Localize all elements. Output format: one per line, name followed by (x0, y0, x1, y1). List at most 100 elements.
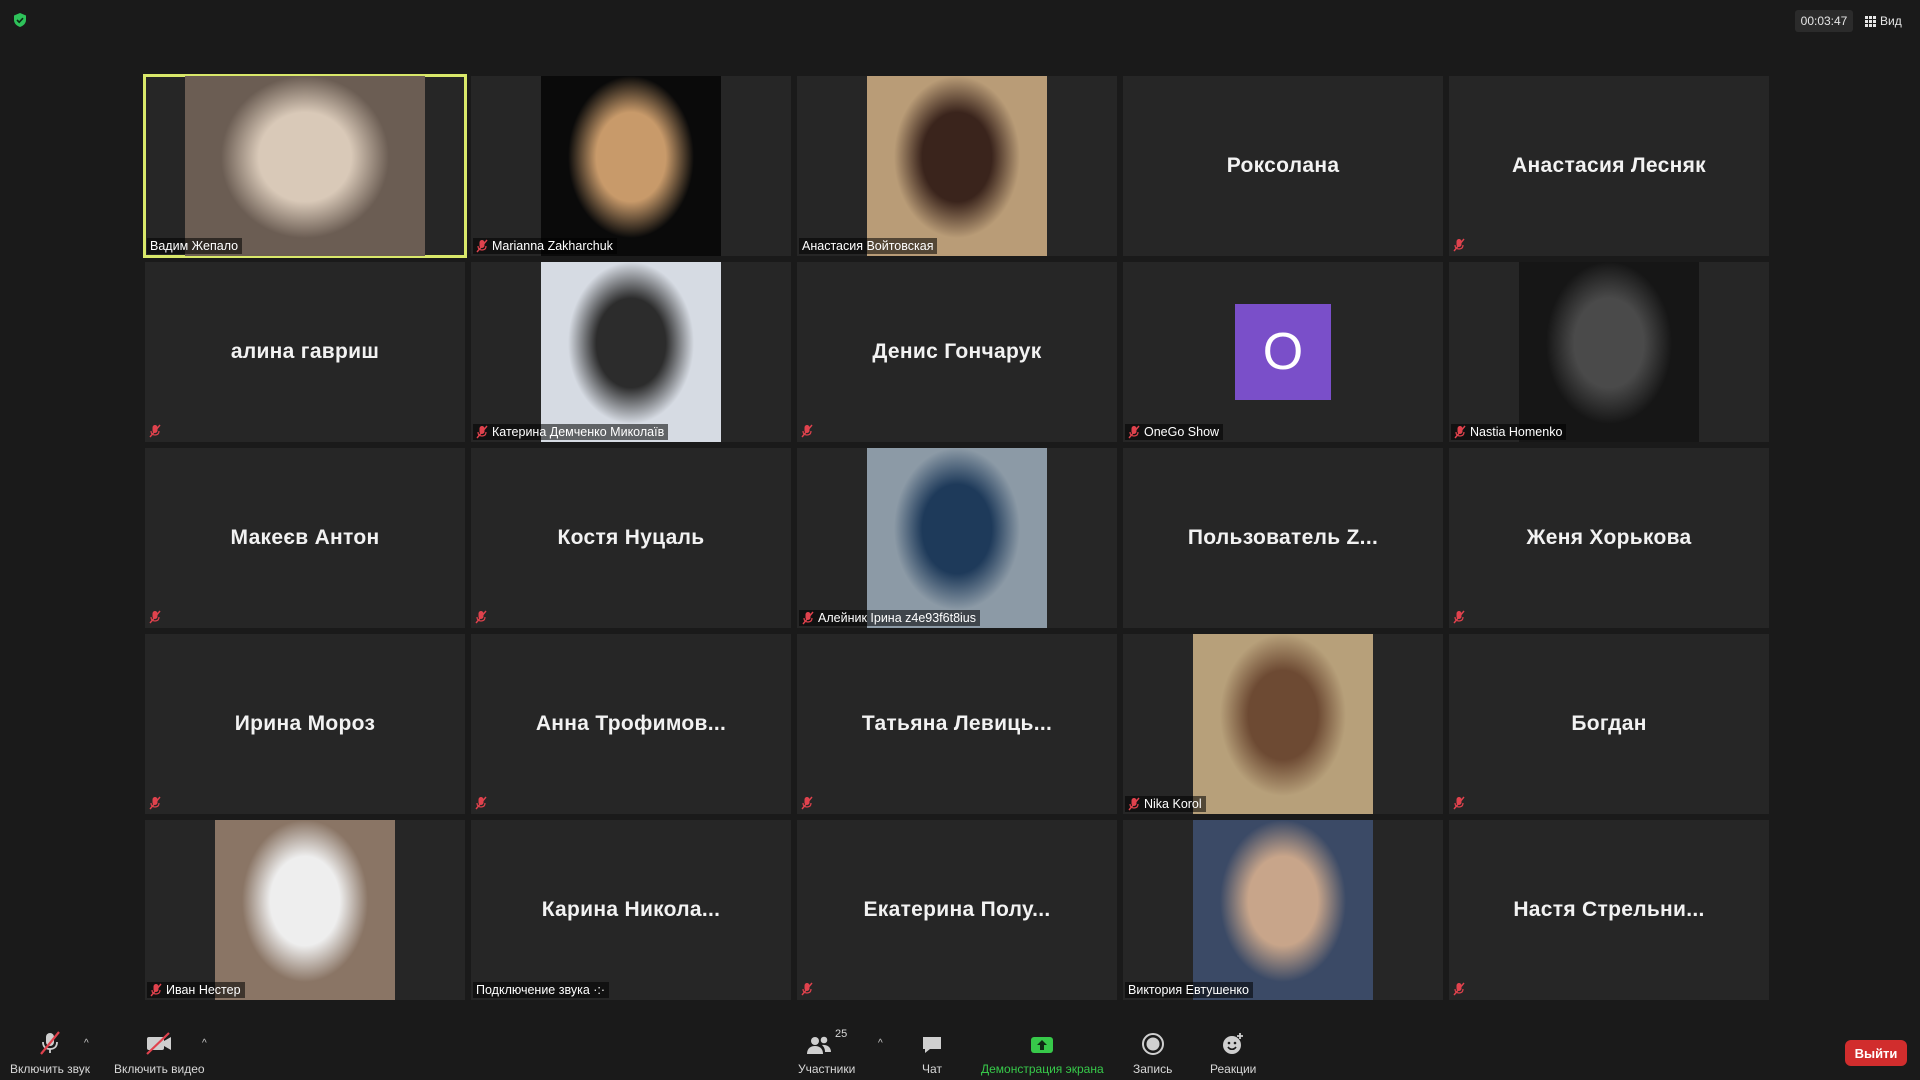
participant-tile[interactable]: Nika Korol (1123, 634, 1443, 814)
participant-label-text: Marianna Zakharchuk (492, 239, 613, 253)
participant-tile[interactable]: алина гавриш (145, 262, 465, 442)
participant-tile[interactable]: Nastia Homenko (1449, 262, 1769, 442)
video-gallery: Вадим Жепало Marianna Zakharchuk Анастасия… (143, 74, 1773, 1006)
participant-name-label: Анастасия Войтовская (799, 238, 938, 254)
participant-name-label: Nika Korol (1125, 796, 1206, 812)
mic-muted-icon (1453, 982, 1467, 996)
top-bar: 00:03:47 Вид (0, 0, 1920, 40)
mic-muted-icon (1453, 796, 1467, 810)
participants-options-caret-icon[interactable]: ^ (878, 1038, 883, 1049)
share-screen-button[interactable]: Демонстрация экрана (981, 1028, 1104, 1076)
unmute-button[interactable]: Включить звук (10, 1028, 90, 1076)
participant-name: Роксолана (1226, 154, 1340, 177)
participant-tile[interactable]: Карина Никола... Подключение звука ·:· (471, 820, 791, 1000)
participant-tile[interactable]: Татьяна Левиць... (797, 634, 1117, 814)
participant-tile[interactable]: Пользователь Z... (1123, 448, 1443, 628)
participant-name: Татьяна Левиць... (861, 712, 1053, 735)
participant-name: Макеєв Антон (230, 526, 380, 549)
participant-name: Настя Стрельни... (1513, 898, 1705, 921)
participant-tile[interactable]: Макеєв Антон (145, 448, 465, 628)
participant-video-feed (867, 448, 1047, 628)
grid-icon (1865, 15, 1876, 27)
participant-name: Ирина Мороз (234, 712, 376, 735)
participant-tile[interactable]: Вадим Жепало (143, 74, 467, 258)
participant-name-label: Иван Нестер (147, 982, 245, 998)
view-label: Вид (1880, 14, 1902, 28)
reactions-smiley-icon (1223, 1033, 1244, 1054)
view-button[interactable]: Вид (1865, 10, 1915, 32)
participant-tile[interactable]: Екатерина Полу... (797, 820, 1117, 1000)
record-icon (1141, 1033, 1164, 1055)
leave-meeting-button[interactable]: Выйти (1845, 1040, 1907, 1066)
mic-muted-icon (149, 424, 163, 438)
participant-name-label: Вадим Жепало (147, 238, 243, 254)
participant-tile[interactable]: Иван Нестер (145, 820, 465, 1000)
participant-name: Екатерина Полу... (863, 898, 1051, 921)
reactions-button[interactable]: Реакции (1210, 1028, 1256, 1076)
mic-muted-icon (149, 796, 163, 810)
participant-tile[interactable]: Катерина Демченко Миколаїв (471, 262, 791, 442)
participant-video-feed (1193, 820, 1373, 1000)
participant-tile[interactable]: Костя Нуцаль (471, 448, 791, 628)
mic-muted-icon (1453, 238, 1467, 252)
record-button[interactable]: Запись (1133, 1028, 1172, 1076)
chat-label: Чат (922, 1062, 942, 1076)
participant-video-feed (541, 262, 721, 442)
participant-tile[interactable]: Денис Гончарук (797, 262, 1117, 442)
participant-tile[interactable]: Виктория Евтушенко (1123, 820, 1443, 1000)
chat-button[interactable]: Чат (920, 1028, 944, 1076)
participant-label-text: Nika Korol (1144, 797, 1202, 811)
participant-name-label: Marianna Zakharchuk (473, 238, 617, 254)
participants-label: Участники (798, 1062, 856, 1076)
participant-name: Карина Никола... (541, 898, 721, 921)
video-options-caret-icon[interactable]: ^ (202, 1038, 207, 1049)
mic-muted-icon (801, 982, 815, 996)
participant-name: Анастасия Лесняк (1512, 154, 1706, 177)
mic-muted-icon (1128, 425, 1140, 439)
start-video-button[interactable]: Включить видео (114, 1028, 205, 1076)
mic-muted-icon (476, 425, 488, 439)
mic-muted-icon (476, 239, 488, 253)
meeting-toolbar: Включить звук ^ Включить видео ^ 25 Учас… (0, 1010, 1920, 1080)
microphone-muted-icon (40, 1031, 60, 1055)
participant-label-text: Алейник Ірина z4e93f6t8ius (818, 611, 977, 625)
participant-name: Богдан (1571, 712, 1647, 735)
participant-tile[interactable]: Алейник Ірина z4e93f6t8ius (797, 448, 1117, 628)
participants-button[interactable]: 25 Участники (798, 1028, 855, 1076)
participant-tile[interactable]: Роксолана (1123, 76, 1443, 256)
participant-name: Женя Хорькова (1526, 526, 1692, 549)
participant-name-label: OneGo Show (1125, 424, 1224, 440)
participant-tile[interactable]: Богдан (1449, 634, 1769, 814)
participant-video-feed (541, 76, 721, 256)
audio-options-caret-icon[interactable]: ^ (84, 1038, 89, 1049)
mic-muted-icon (1453, 610, 1467, 624)
participant-tile[interactable]: Анастасия Лесняк (1449, 76, 1769, 256)
mic-muted-icon (1454, 425, 1466, 439)
participant-video-feed (867, 76, 1047, 256)
mic-muted-icon (150, 983, 162, 997)
mic-muted-icon (475, 610, 489, 624)
reactions-label: Реакции (1210, 1062, 1257, 1076)
participant-name-label: Алейник Ірина z4e93f6t8ius (799, 610, 981, 626)
participant-tile[interactable]: Анастасия Войтовская (797, 76, 1117, 256)
participant-tile[interactable]: Женя Хорькова (1449, 448, 1769, 628)
participant-tile[interactable]: Настя Стрельни... (1449, 820, 1769, 1000)
participant-tile[interactable]: O OneGo Show (1123, 262, 1443, 442)
share-screen-label: Демонстрация экрана (981, 1062, 1104, 1076)
camera-off-icon (146, 1032, 172, 1055)
participant-avatar: O (1235, 304, 1331, 400)
participant-name: алина гавриш (230, 340, 380, 363)
participant-video-feed (1519, 262, 1699, 442)
participant-label-text: Nastia Homenko (1470, 425, 1563, 439)
security-shield-icon[interactable] (12, 12, 28, 28)
participant-tile[interactable]: Marianna Zakharchuk (471, 76, 791, 256)
participant-label-text: Катерина Демченко Миколаїв (492, 425, 665, 439)
participant-name: Анна Трофимов... (535, 712, 727, 735)
participant-tile[interactable]: Ирина Мороз (145, 634, 465, 814)
participant-video-feed (185, 76, 425, 256)
participant-tile[interactable]: Анна Трофимов... (471, 634, 791, 814)
participant-video-feed (1193, 634, 1373, 814)
participant-name: Денис Гончарук (872, 340, 1042, 363)
mic-muted-icon (1128, 797, 1140, 811)
chat-icon (923, 1037, 941, 1053)
